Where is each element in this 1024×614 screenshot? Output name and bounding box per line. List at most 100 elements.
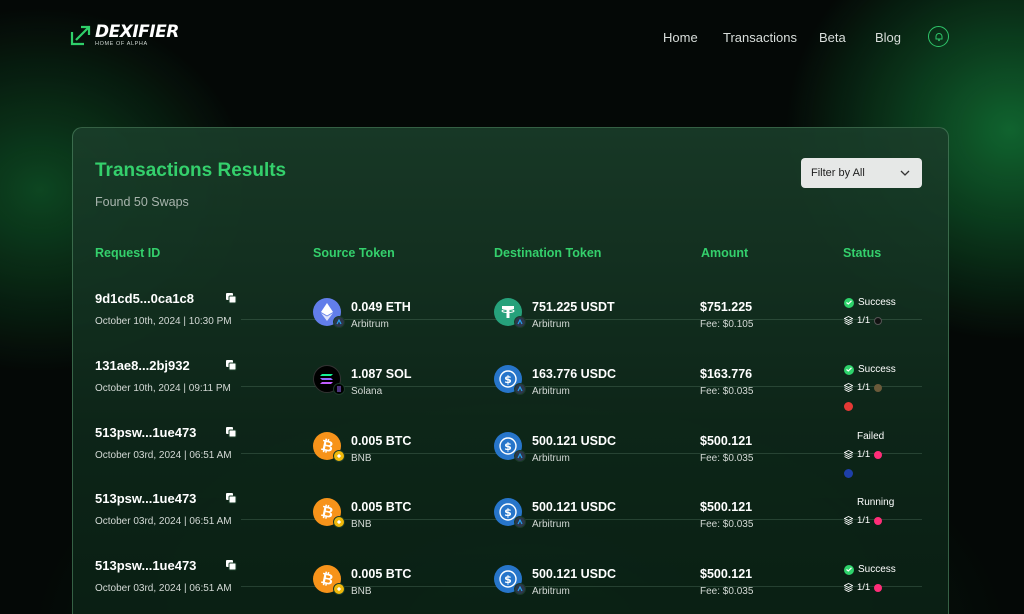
column-header-destination-token: Destination Token (494, 246, 602, 260)
arbitrum-icon (333, 316, 345, 328)
destination-token-icon: $ (494, 365, 526, 395)
usd-amount: $500.121 (700, 567, 753, 581)
destination-token-icon (494, 298, 526, 328)
status-badge: Running (857, 497, 894, 508)
status-label: Running (857, 497, 895, 508)
request-date: October 03rd, 2024 | 06:51 AM (95, 516, 232, 527)
svg-text:$: $ (504, 506, 512, 519)
request-date: October 03rd, 2024 | 06:51 AM (95, 450, 232, 461)
destination-amount: 751.225 USDT (532, 300, 615, 314)
provider-icon (874, 383, 883, 392)
source-network: Solana (351, 386, 383, 397)
check-circle-icon (844, 364, 854, 375)
step-count: 1/1 (857, 582, 871, 593)
step-count: 1/1 (857, 515, 871, 526)
nav-blog[interactable]: Blog (875, 30, 901, 46)
step-progress: 1/1 (844, 315, 883, 326)
arbitrum-icon (514, 383, 526, 395)
usd-amount: $163.776 (700, 367, 753, 381)
step-progress: 1/1 (844, 582, 883, 593)
provider-icon (874, 316, 883, 325)
check-circle-icon (844, 297, 854, 308)
chevron-down-icon (900, 170, 910, 176)
filter-dropdown[interactable]: Filter by All (801, 158, 922, 188)
destination-network: Arbitrum (532, 519, 570, 530)
bnb-icon (333, 583, 345, 595)
layers-icon (844, 316, 853, 325)
step-count: 1/1 (857, 449, 871, 460)
copy-icon[interactable] (225, 292, 237, 304)
source-amount: 0.049 ETH (351, 300, 411, 314)
source-amount: 1.087 SOL (351, 367, 412, 381)
provider-icon (874, 516, 883, 525)
destination-amount: 500.121 USDC (532, 567, 617, 581)
table-row[interactable]: 513psw...1ue473 October 03rd, 2024 | 06:… (73, 425, 950, 491)
table-row[interactable]: 9d1cd5...0ca1c8 October 10th, 2024 | 10:… (73, 291, 950, 357)
copy-icon[interactable] (225, 359, 237, 371)
request-id: 513psw...1ue473 (95, 425, 197, 440)
check-circle-icon (844, 564, 854, 575)
network-indicator-icon (844, 469, 853, 478)
bnb-icon (333, 450, 345, 462)
step-progress: 1/1 (844, 515, 883, 526)
solana-icon (333, 383, 345, 395)
table-row[interactable]: 131ae8...2bj932 October 10th, 2024 | 09:… (73, 358, 950, 424)
request-id: 131ae8...2bj932 (95, 358, 190, 373)
destination-network: Arbitrum (532, 586, 570, 597)
request-id: 513psw...1ue473 (95, 491, 197, 506)
destination-network: Arbitrum (532, 453, 570, 464)
arbitrum-icon (514, 583, 526, 595)
status-label: Failed (857, 431, 885, 442)
transactions-results-card: Transactions Results Found 50 Swaps Filt… (72, 127, 949, 614)
source-token-icon: ₿ (313, 565, 345, 595)
column-header-amount: Amount (701, 246, 749, 260)
destination-network: Arbitrum (532, 386, 570, 397)
copy-icon[interactable] (225, 426, 237, 438)
source-network: Arbitrum (351, 319, 389, 330)
layers-icon (844, 583, 853, 592)
column-header-source-token: Source Token (313, 246, 395, 260)
page-title: Transactions Results (95, 160, 287, 181)
request-date: October 03rd, 2024 | 06:51 AM (95, 583, 232, 594)
source-network: BNB (351, 586, 372, 597)
results-count: Found 50 Swaps (95, 195, 189, 209)
source-token-icon (313, 298, 345, 328)
arbitrum-icon (514, 450, 526, 462)
column-header-status: Status (843, 246, 882, 260)
status-badge: Success (844, 364, 896, 375)
destination-amount: 500.121 USDC (532, 500, 617, 514)
step-count: 1/1 (857, 382, 871, 393)
destination-network: Arbitrum (532, 319, 570, 330)
usd-amount: $500.121 (700, 500, 753, 514)
step-count: 1/1 (857, 315, 871, 326)
fee-amount: Fee: $0.035 (700, 453, 754, 464)
provider-icon (874, 583, 883, 592)
source-token-icon (313, 365, 345, 395)
table-row[interactable]: 513psw...1ue473 October 03rd, 2024 | 06:… (73, 558, 950, 614)
arbitrum-icon (514, 316, 526, 328)
table-row[interactable]: 513psw...1ue473 October 03rd, 2024 | 06:… (73, 491, 950, 557)
request-date: October 10th, 2024 | 10:30 PM (95, 316, 232, 327)
status-badge: Success (844, 297, 896, 308)
status-badge: Failed (857, 431, 884, 442)
provider-icon (874, 450, 883, 459)
status-label: Success (858, 364, 896, 375)
main-nav: Home Transactions Beta Blog (0, 30, 1024, 46)
copy-icon[interactable] (225, 492, 237, 504)
arbitrum-icon (514, 516, 526, 528)
status-badge: Success (844, 564, 896, 575)
destination-token-icon: $ (494, 565, 526, 595)
bnb-icon (333, 516, 345, 528)
step-progress: 1/1 (844, 382, 883, 393)
nav-beta[interactable]: Beta (819, 30, 846, 46)
nav-home[interactable]: Home (663, 30, 698, 46)
layers-icon (844, 450, 853, 459)
layers-icon (844, 516, 853, 525)
column-header-request-id: Request ID (95, 246, 161, 260)
nav-transactions[interactable]: Transactions (723, 30, 797, 46)
svg-text:$: $ (504, 440, 512, 453)
notification-bell-button[interactable] (928, 26, 949, 47)
fee-amount: Fee: $0.105 (700, 319, 754, 330)
usd-amount: $751.225 (700, 300, 753, 314)
copy-icon[interactable] (225, 559, 237, 571)
